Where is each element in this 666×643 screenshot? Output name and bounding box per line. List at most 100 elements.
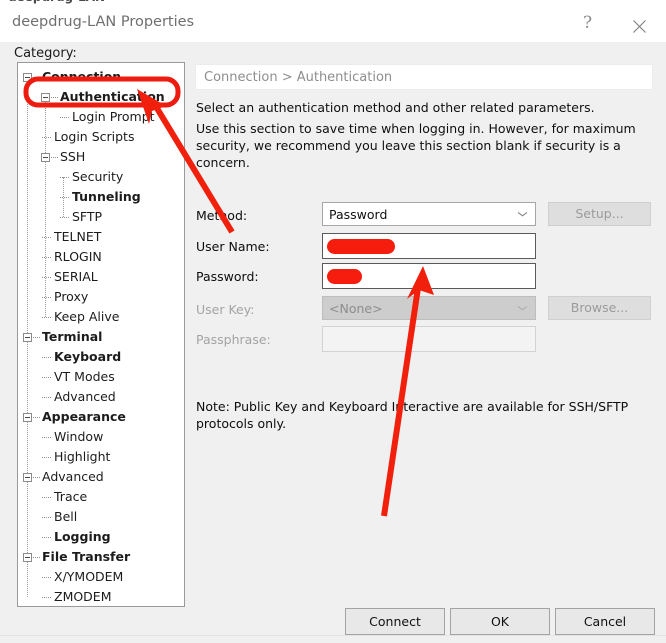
tree-connector-line: [42, 457, 51, 458]
tree-item-file-transfer[interactable]: File Transfer: [18, 547, 184, 567]
footer-divider: [0, 635, 666, 636]
tree-item-label: Appearance: [42, 409, 126, 424]
tree-item-label: Terminal: [42, 329, 103, 344]
tree-item-label: SFTP: [72, 209, 103, 224]
tree-item-tunneling[interactable]: Tunneling: [18, 187, 184, 207]
tree-expander-minus-icon[interactable]: [23, 333, 32, 342]
breadcrumb-bar: Connection > Authentication: [195, 64, 653, 90]
description-line-1: Select an authentication method and othe…: [196, 100, 595, 115]
tree-item-label: TELNET: [54, 229, 102, 244]
tree-expander-minus-icon[interactable]: [23, 553, 32, 562]
tree-item-label: Advanced: [54, 389, 116, 404]
chevron-down-icon: [518, 306, 527, 311]
tree-item-label: Keyboard: [54, 349, 122, 364]
tree-item-telnet[interactable]: TELNET: [18, 227, 184, 247]
connect-button[interactable]: Connect: [345, 608, 445, 635]
tree-connector-line: [42, 377, 51, 378]
properties-dialog: deepdrug-LAN Properties ? Category: Conn…: [0, 5, 666, 643]
tree-item-vt-modes[interactable]: VT Modes: [18, 367, 184, 387]
tree-item-zmodem[interactable]: ZMODEM: [18, 587, 184, 606]
tree-connector-line: [33, 557, 40, 558]
tree-connector-line: [33, 417, 40, 418]
window-title: deepdrug-LAN Properties: [12, 14, 195, 30]
tree-item-security[interactable]: Security: [18, 167, 184, 187]
tree-connector-line: [42, 577, 51, 578]
tree-connector-line: [42, 497, 51, 498]
tree-item-window[interactable]: Window: [18, 427, 184, 447]
setup-button[interactable]: Setup...: [548, 202, 651, 226]
tree-item-sftp[interactable]: SFTP: [18, 207, 184, 227]
tree-item-advanced[interactable]: Advanced: [18, 387, 184, 407]
tree-item-label: Advanced: [42, 469, 104, 484]
tree-item-label: Logging: [54, 529, 111, 544]
tree-item-bell[interactable]: Bell: [18, 507, 184, 527]
tree-item-connection[interactable]: Connection: [18, 67, 184, 87]
tree-connector-line: [42, 437, 51, 438]
note-text: Note: Public Key and Keyboard Interactiv…: [196, 399, 629, 431]
method-value: Password: [329, 207, 388, 222]
user-key-combobox: <None>: [322, 296, 536, 320]
tree-item-highlight[interactable]: Highlight: [18, 447, 184, 467]
tree-item-label: SERIAL: [54, 269, 98, 284]
category-tree[interactable]: Connection Authentication Login Prompt Logi…: [18, 63, 184, 606]
tree-item-label: VT Modes: [54, 369, 115, 384]
passphrase-label: Passphrase:: [196, 332, 271, 347]
tree-item-ssh[interactable]: SSH: [18, 147, 184, 167]
tree-connector-line: [42, 597, 51, 598]
passphrase-input: [322, 326, 536, 352]
category-tree-panel[interactable]: Connection Authentication Login Prompt Logi…: [17, 62, 185, 607]
tree-connector-line: [42, 317, 51, 318]
tree-item-appearance[interactable]: Appearance: [18, 407, 184, 427]
tree-connector-line: [42, 357, 51, 358]
method-combobox[interactable]: Password: [322, 202, 536, 226]
tree-connector-line: [60, 197, 69, 198]
cancel-button[interactable]: Cancel: [555, 608, 655, 635]
tree-item-proxy[interactable]: Proxy: [18, 287, 184, 307]
tree-item-x-ymodem[interactable]: X/YMODEM: [18, 567, 184, 587]
ghost-window-title: deepdrug-LAN: [8, 0, 105, 4]
tree-item-logging[interactable]: Logging: [18, 527, 184, 547]
browse-button: Browse...: [548, 296, 651, 320]
tree-item-keyboard[interactable]: Keyboard: [18, 347, 184, 367]
tree-item-label: RLOGIN: [54, 249, 102, 264]
category-label: Category:: [14, 46, 77, 61]
method-label: Method:: [196, 208, 248, 223]
redaction-bar-password: [327, 269, 362, 284]
tree-expander-minus-icon[interactable]: [41, 93, 50, 102]
user-key-label: User Key:: [196, 302, 255, 317]
tree-expander-minus-icon[interactable]: [23, 473, 32, 482]
tree-item-keep-alive[interactable]: Keep Alive: [18, 307, 184, 327]
tree-item-rlogin[interactable]: RLOGIN: [18, 247, 184, 267]
tree-item-serial[interactable]: SERIAL: [18, 267, 184, 287]
tree-expander-minus-icon[interactable]: [23, 413, 32, 422]
chevron-down-icon: [518, 212, 527, 217]
password-input[interactable]: [322, 263, 536, 289]
tree-item-label: Tunneling: [72, 189, 141, 204]
tree-item-label: Login Prompt: [72, 109, 155, 124]
close-button[interactable]: [617, 5, 662, 42]
tree-item-terminal[interactable]: Terminal: [18, 327, 184, 347]
tree-item-label: Trace: [54, 489, 88, 504]
tree-item-label: File Transfer: [42, 549, 131, 564]
tree-expander-minus-icon[interactable]: [23, 73, 32, 82]
tree-connector-line: [60, 177, 69, 178]
tree-connector-line: [33, 337, 40, 338]
tree-connector-line: [42, 517, 51, 518]
tree-item-login-prompt[interactable]: Login Prompt: [18, 107, 184, 127]
user-name-input[interactable]: [322, 233, 536, 259]
tree-item-label: Login Scripts: [54, 129, 135, 144]
tree-item-label: Security: [72, 169, 124, 184]
ok-button[interactable]: OK: [450, 608, 550, 635]
tree-item-login-scripts[interactable]: Login Scripts: [18, 127, 184, 147]
tree-item-authentication[interactable]: Authentication: [18, 87, 184, 107]
tree-item-trace[interactable]: Trace: [18, 487, 184, 507]
tree-connector-line: [42, 277, 51, 278]
tree-connector-line: [42, 297, 51, 298]
tree-item-advanced[interactable]: Advanced: [18, 467, 184, 487]
password-label: Password:: [196, 269, 259, 284]
tree-expander-minus-icon[interactable]: [41, 153, 50, 162]
tree-item-label: SSH: [60, 149, 86, 164]
tree-item-label: Bell: [54, 509, 78, 524]
tree-connector-line: [51, 97, 58, 98]
help-button[interactable]: ?: [565, 5, 610, 42]
